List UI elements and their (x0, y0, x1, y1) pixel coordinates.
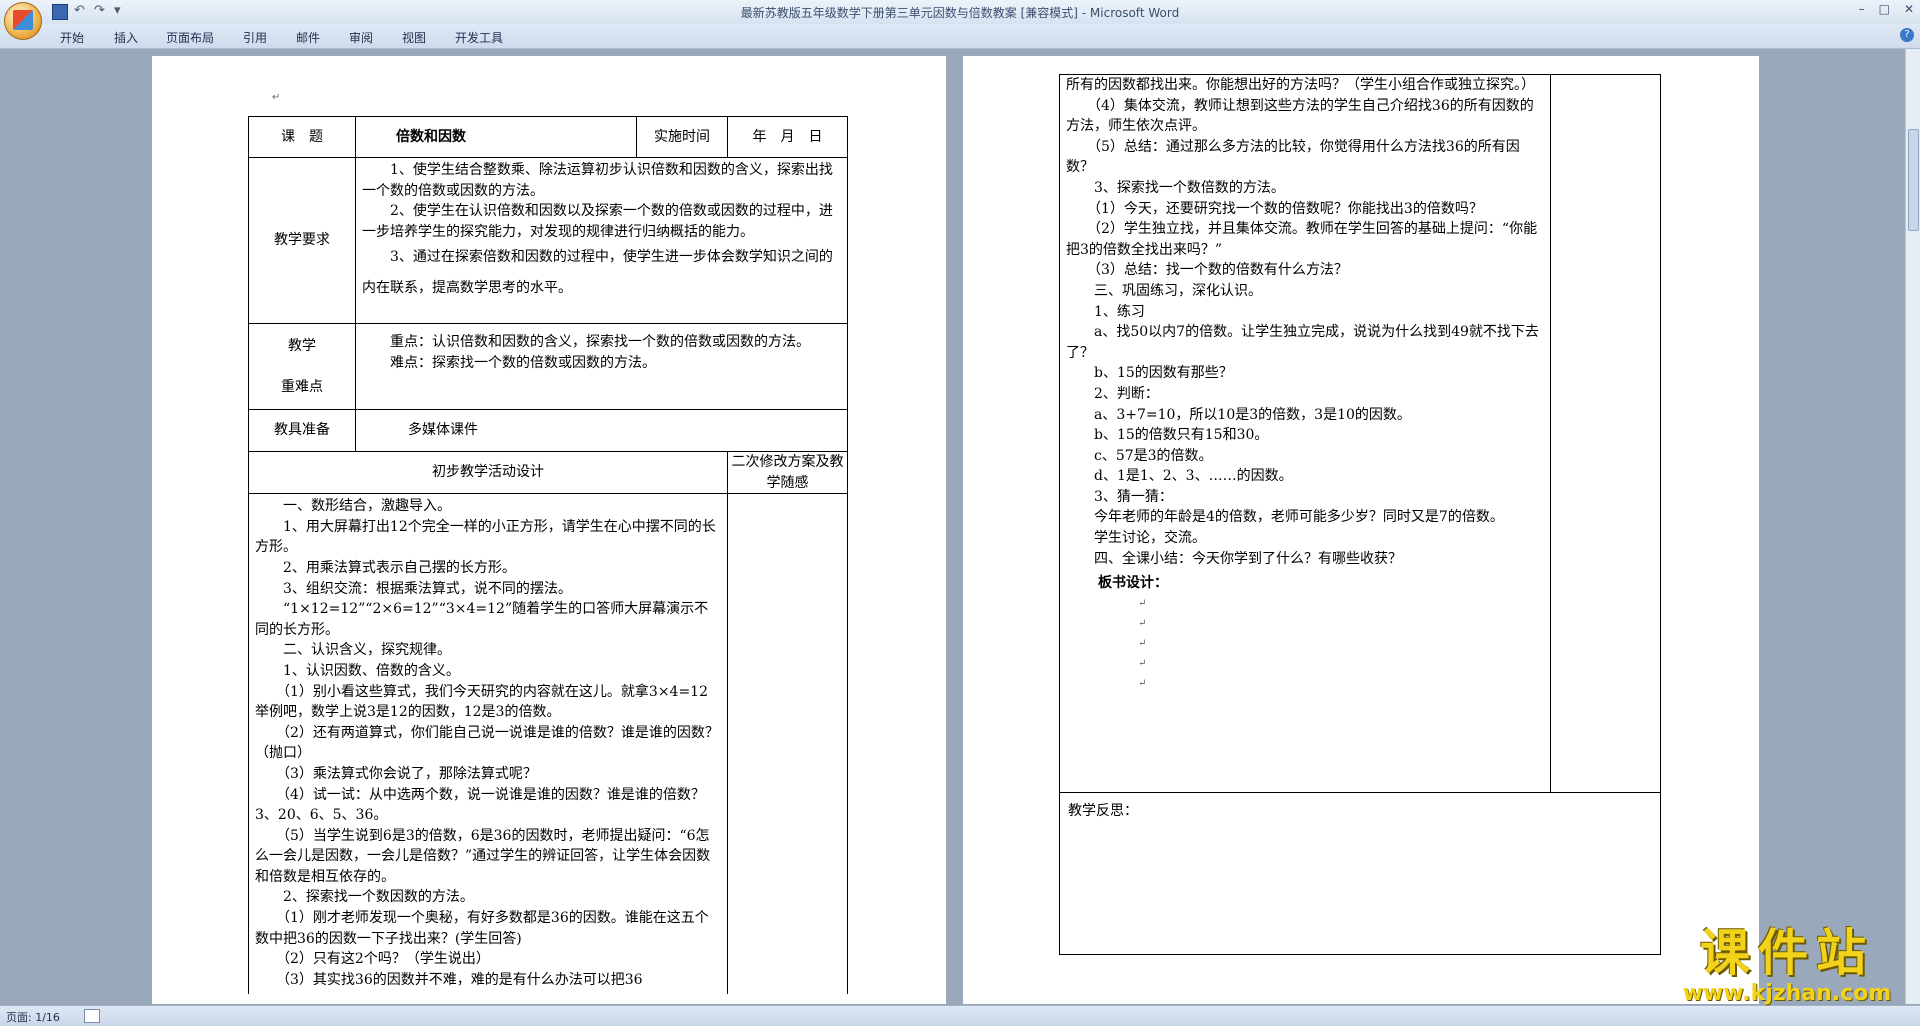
design-line: （3）乘法算式你会说了，那除法算式呢？ (255, 765, 537, 782)
design-line: （3）其实找36的因数并不难，难的是有什么办法可以把36 (255, 971, 643, 988)
design-header: 初步教学活动设计 (248, 450, 728, 495)
content-line: a、找50以内7的倍数。让学生独立完成，说说为什么找到49就不找下去了？ (1066, 324, 1539, 361)
scrollbar-thumb[interactable] (1908, 129, 1919, 231)
content-line: b、15的倍数只有15和30。 (1066, 427, 1269, 444)
vertical-scrollbar[interactable] (1905, 49, 1920, 1004)
tab-mailings[interactable]: 邮件 (296, 29, 320, 46)
board-design-label: 板书设计： (1098, 575, 1168, 592)
design-line: “1×12=12”“2×6=12”“3×4=12”随着学生的口答师大屏幕演示不同… (255, 601, 709, 638)
document-page-right: 所有的因数都找出来。你能想出好的方法吗？（学生小组合作或独立探究。） （4）集体… (963, 56, 1759, 1004)
tab-review[interactable]: 审阅 (349, 29, 373, 46)
page-indicator[interactable]: 页面: 1/16 (6, 1009, 60, 1025)
tools-cell: 多媒体课件 (355, 409, 848, 452)
content-line: 学生讨论，交流。 (1066, 530, 1206, 547)
content-line: 1、练习 (1066, 303, 1145, 320)
continuation-table: 所有的因数都找出来。你能想出好的方法吗？（学生小组合作或独立探究。） （4）集体… (1059, 74, 1661, 955)
minimize-icon[interactable]: – (1859, 2, 1865, 16)
document-page-left: ↵ 课 题 倍数和因数 实施时间 年 月 日 教学要求 1、使学生结合整数乘、除… (152, 56, 946, 1004)
design-line: 1、用大屏幕打出12个完全一样的小正方形，请学生在心中摆不同的长方形。 (255, 518, 716, 556)
office-button[interactable] (4, 2, 42, 40)
keypoint-item: 重点：认识倍数和因数的含义，探索找一个数的倍数或因数的方法。 (362, 334, 810, 350)
title-bar: ↶ ↷ ▾ 最新苏教版五年级数学下册第三单元因数与倍数教案 [兼容模式] - M… (0, 0, 1920, 25)
design-line: 2、探索找一个数因数的方法。 (255, 889, 474, 906)
tab-references[interactable]: 引用 (243, 29, 267, 46)
content-line: 3、猜一猜： (1066, 488, 1173, 505)
paragraph-mark: ↵ (272, 92, 281, 103)
revision-column (1550, 74, 1661, 793)
lesson-topic: 倍数和因数 (355, 116, 637, 158)
watermark-title: 课件站 (1700, 924, 1874, 982)
content-line: b、15的因数有那些？ (1066, 365, 1233, 382)
label-keypoints: 教学 重难点 (248, 323, 356, 410)
help-icon[interactable]: ? (1900, 28, 1914, 42)
reflection-cell: 教学反思： (1059, 792, 1661, 955)
requirement-item: 3、通过在探索倍数和因数的过程中，使学生进一步体会数学知识之间的内在联系，提高数… (362, 249, 833, 297)
design-line: （2）只有这2个吗？（学生说出） (255, 951, 490, 968)
design-content: 一、数形结合，激趣导入。 1、用大屏幕打出12个完全一样的小正方形，请学生在心中… (248, 493, 728, 994)
paragraph-mark: ↵ ↵ ↵ ↵ ↵ (1138, 597, 1147, 689)
content-line: 今年老师的年龄是4的倍数，老师可能多少岁？同时又是7的倍数。 (1066, 509, 1504, 526)
design-line: 3、组织交流：根据乘法算式，说不同的摆法。 (255, 580, 572, 597)
keypoint-item: 难点：探索找一个数的倍数或因数的方法。 (362, 354, 656, 371)
content-line: 2、判断： (1066, 385, 1159, 402)
requirement-item: 1、使学生结合整数乘、除法运算初步认识倍数和因数的含义，探索出找一个数的倍数或因… (362, 162, 833, 199)
design-line: 一、数形结合，激趣导入。 (255, 498, 451, 515)
content-line: （3）总结：找一个数的倍数有什么方法？ (1066, 262, 1348, 279)
content-line: （2）学生独立找，并且集体交流。教师在学生回答的基础上提问：“你能把3的倍数全找… (1066, 221, 1538, 258)
content-line: （4）集体交流，教师让想到这些方法的学生自己介绍找36的所有因数的方法，师生依次… (1066, 97, 1534, 135)
design-line: （4）试一试：从中选两个数，说一说谁是谁的因数？谁是谁的倍数？3、20、6、5、… (255, 786, 705, 824)
content-line: 3、探索找一个数倍数的方法。 (1066, 179, 1285, 196)
content-line: c、57是3的倍数。 (1066, 447, 1213, 464)
status-bar: 页面: 1/16 (0, 1005, 1920, 1026)
design-line: 1、认识因数、倍数的含义。 (255, 662, 460, 679)
requirement-item: 2、使学生在认识倍数和因数以及探索一个数的倍数或因数的过程中，进一步培养学生的探… (362, 203, 833, 240)
ribbon-tabs: 开始 插入 页面布局 引用 邮件 审阅 视图 开发工具 ? (0, 24, 1920, 49)
office-logo-icon (13, 10, 33, 30)
continuation-content: 所有的因数都找出来。你能想出好的方法吗？（学生小组合作或独立探究。） （4）集体… (1059, 74, 1551, 793)
tab-view[interactable]: 视图 (402, 29, 426, 46)
label-topic: 课 题 (248, 116, 356, 158)
content-line: （5）总结：通过那么多方法的比较，你觉得用什么方法找36的所有因数？ (1066, 138, 1520, 176)
maximize-icon[interactable]: □ (1879, 2, 1890, 16)
content-line: d、1是1、2、3、……的因数。 (1066, 468, 1293, 485)
lesson-plan-table: 课 题 倍数和因数 实施时间 年 月 日 教学要求 1、使学生结合整数乘、除法运… (248, 116, 848, 994)
watermark-url: www.kjzhan.com (1682, 981, 1892, 1006)
requirements-cell: 1、使学生结合整数乘、除法运算初步认识倍数和因数的含义，探索出找一个数的倍数或因… (355, 157, 848, 324)
content-line: 三、巩固练习，深化认识。 (1066, 282, 1262, 299)
design-line: （5）当学生说到6是3的倍数，6是36的因数时，老师提出疑问：“6怎么一会儿是因… (255, 827, 711, 885)
revision-content (727, 493, 848, 994)
design-line: 2、用乘法算式表示自己摆的长方形。 (255, 559, 516, 576)
window-title: 最新苏教版五年级数学下册第三单元因数与倍数教案 [兼容模式] - Microso… (740, 6, 1180, 20)
time-value: 年 月 日 (727, 116, 848, 158)
design-line: （1）别小看这些算式，我们今天研究的内容就在这儿。就拿3×4=12举例吧，数学上… (255, 683, 708, 721)
tab-home[interactable]: 开始 (60, 29, 84, 46)
content-line: 所有的因数都找出来。你能想出好的方法吗？（学生小组合作或独立探究。） (1066, 77, 1535, 93)
window-controls: – □ ✕ (1859, 2, 1914, 16)
label-time: 实施时间 (636, 116, 728, 158)
content-line: （1）今天，还要研究找一个数的倍数呢？你能找出3的倍数吗？ (1066, 200, 1483, 217)
tab-insert[interactable]: 插入 (114, 29, 138, 46)
label-requirements: 教学要求 (248, 157, 356, 324)
design-line: （2）还有两道算式，你们能自己说一说谁是谁的倍数？谁是谁的因数？（抛口） (255, 724, 719, 762)
content-line: a、3+7=10，所以10是3的倍数，3是10的因数。 (1066, 406, 1411, 423)
proofing-icon[interactable] (84, 1009, 100, 1023)
label-tools: 教具准备 (248, 409, 356, 452)
tab-page-layout[interactable]: 页面布局 (166, 29, 214, 46)
content-line: 四、全课小结：今天你学到了什么？有哪些收获？ (1066, 550, 1402, 567)
label-keypoints-line1: 教学 (288, 337, 316, 354)
site-watermark: 课件站 www.kjzhan.com (1672, 924, 1902, 1006)
tab-developer[interactable]: 开发工具 (455, 29, 503, 46)
revision-header: 二次修改方案及教学随感 (727, 450, 848, 495)
label-keypoints-line2: 重难点 (281, 378, 323, 395)
close-icon[interactable]: ✕ (1904, 2, 1914, 16)
design-line: 二、认识含义，探究规律。 (255, 642, 451, 659)
keypoints-cell: 重点：认识倍数和因数的含义，探索找一个数的倍数或因数的方法。 难点：探索找一个数… (355, 323, 848, 410)
design-line: （1）刚才老师发现一个奥秘，有好多数都是36的因数。谁能在这五个数中把36的因数… (255, 910, 709, 947)
